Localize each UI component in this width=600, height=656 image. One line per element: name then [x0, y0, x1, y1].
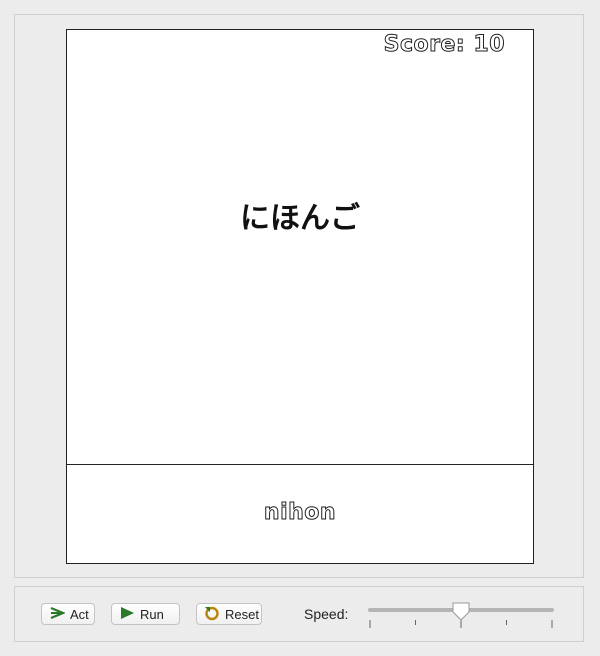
- game-world[interactable]: Score: 10 にほんご nihon: [66, 29, 534, 564]
- reset-button[interactable]: Reset: [196, 603, 262, 625]
- reset-label: Reset: [225, 606, 259, 622]
- step-arrow-icon: [49, 606, 66, 623]
- romaji-answer: nihon: [263, 500, 337, 526]
- run-label: Run: [140, 606, 164, 622]
- answer-divider: [67, 464, 533, 465]
- act-button[interactable]: Act: [41, 603, 95, 625]
- run-button[interactable]: Run: [111, 603, 180, 625]
- speed-slider[interactable]: [368, 600, 554, 630]
- play-icon: [119, 606, 135, 623]
- kana-word: にほんご: [240, 201, 360, 236]
- reset-icon: [204, 605, 220, 624]
- speed-label: Speed:: [304, 606, 349, 622]
- score-display: Score: 10: [383, 32, 505, 58]
- slider-thumb: [452, 602, 470, 621]
- act-label: Act: [70, 606, 89, 622]
